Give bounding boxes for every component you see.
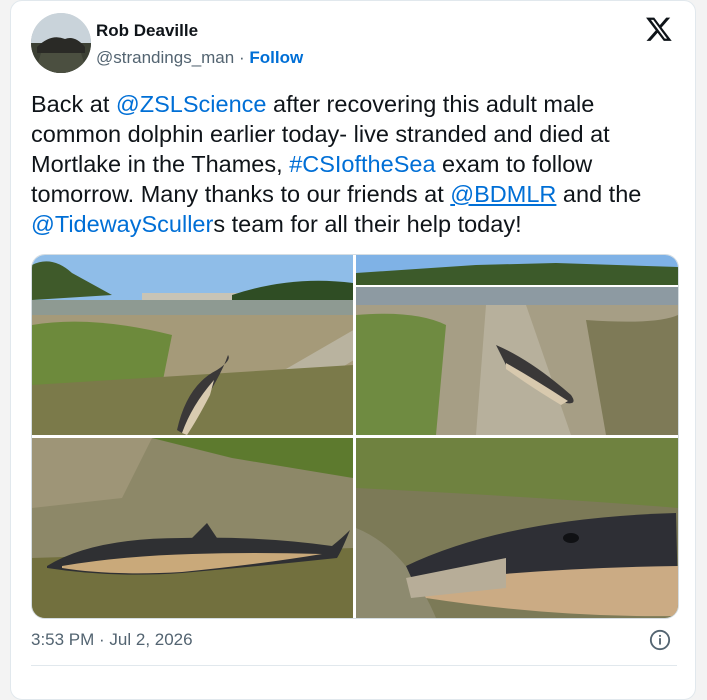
author-handle[interactable]: @strandings_man — [96, 48, 234, 67]
tweet-card: Rob Deaville @strandings_man · Follow Ba… — [10, 0, 696, 700]
photo-dolphin-head-closeup[interactable] — [356, 438, 678, 618]
tweet-timestamp[interactable]: 3:53 PM · Jul 2, 2026 — [31, 630, 193, 650]
tweet-text-segment: s team for all their help today! — [213, 211, 522, 237]
author-name[interactable]: Rob Deaville — [96, 21, 198, 41]
tweet-mention[interactable]: #CSIoftheSea — [289, 151, 435, 177]
photo-dolphin-side-view[interactable] — [32, 438, 353, 618]
author-meta: @strandings_man · Follow — [96, 48, 303, 68]
media-grid — [31, 254, 679, 619]
tweet-mention[interactable]: @TidewaySculler — [31, 211, 213, 237]
tweet-text: Back at @ZSLScience after recovering thi… — [31, 89, 681, 239]
tweet-text-segment: and the — [556, 181, 642, 207]
photo-dolphin-slipway-bridge[interactable] — [32, 255, 353, 435]
tweet-mention[interactable]: @ZSLScience — [116, 91, 267, 117]
photo-dolphin-slipway-river[interactable] — [356, 255, 678, 435]
follow-button[interactable]: Follow — [249, 48, 303, 67]
info-icon[interactable] — [649, 629, 671, 651]
meta-separator: · — [238, 48, 245, 67]
divider — [31, 665, 677, 666]
x-logo-icon[interactable] — [645, 15, 673, 43]
tweet-link[interactable]: @BDMLR — [450, 181, 556, 207]
avatar[interactable] — [31, 13, 91, 73]
tweet-text-segment: Back at — [31, 91, 116, 117]
